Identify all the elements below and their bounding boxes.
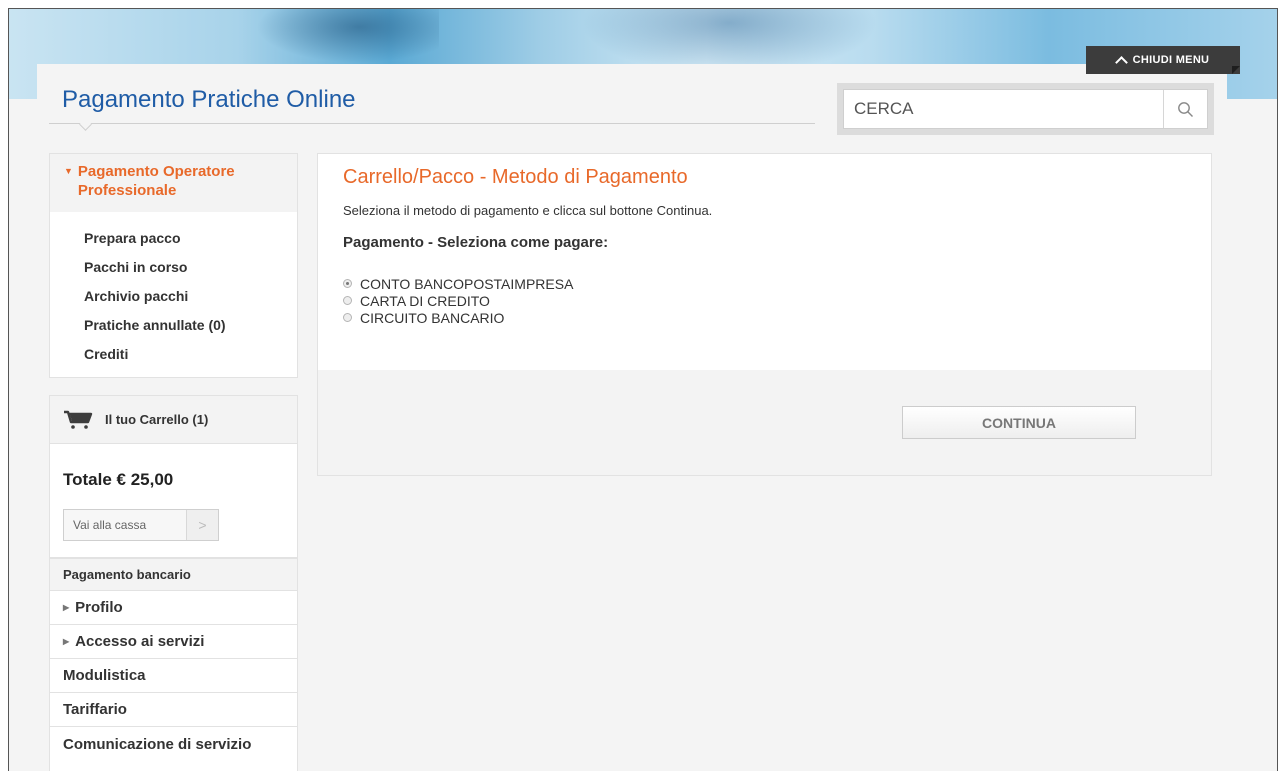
radio-button[interactable] [343, 313, 352, 322]
sidebar-item-archivio-pacchi[interactable]: Archivio pacchi [84, 286, 297, 315]
triangle-right-icon: ▶ [63, 603, 70, 612]
search-field-wrapper [843, 89, 1208, 129]
sidebar-item-accesso-servizi[interactable]: ▶ Accesso ai servizi [49, 625, 298, 659]
continue-button[interactable]: CONTINUA [902, 406, 1136, 439]
sidebar-item-profilo[interactable]: ▶ Profilo [49, 591, 298, 625]
banner-decoration [239, 9, 439, 69]
chevron-right-icon: > [186, 510, 218, 540]
payment-option-carta-credito[interactable]: CARTA DI CREDITO [343, 292, 1211, 309]
sidebar-item-label: Accesso ai servizi [75, 633, 205, 650]
page-title: Pagamento Pratiche Online [62, 86, 356, 113]
payment-option-label: CARTA DI CREDITO [360, 292, 490, 309]
operator-menu-title: Pagamento Operatore Professionale [77, 163, 235, 199]
triangle-down-icon: ▼ [64, 166, 73, 176]
cart-widget: Il tuo Carrello (1) Totale € 25,00 Vai a… [49, 395, 298, 558]
cart-icon [64, 410, 93, 429]
payment-option-label: CIRCUITO BANCARIO [360, 309, 505, 326]
cart-header[interactable]: Il tuo Carrello (1) [50, 396, 297, 444]
sidebar-item-label: Tariffario [63, 701, 127, 718]
content-panel: Pagamento Pratiche Online ▼ Pagamento Op… [37, 64, 1227, 771]
sidebar-item-pratiche-annullate[interactable]: Pratiche annullate (0) [84, 315, 297, 344]
payment-method-form: Carrello/Pacco - Metodo di Pagamento Sel… [318, 154, 1211, 370]
cart-label: Il tuo Carrello (1) [105, 412, 209, 427]
search-input[interactable] [844, 89, 1163, 129]
sidebar-item-crediti[interactable]: Crediti [84, 344, 297, 373]
sidebar-item-comunicazione[interactable]: Comunicazione di servizio [49, 727, 298, 771]
panel-heading: Carrello/Pacco - Metodo di Pagamento [343, 166, 688, 188]
sidebar-item-label: Pagamento bancario [63, 567, 191, 582]
close-menu-label: CHIUDI MENU [1132, 54, 1210, 66]
sidebar-nav: Pagamento bancario ▶ Profilo ▶ Accesso a… [49, 558, 298, 771]
title-divider-notch [79, 118, 92, 131]
operator-menu-links: Prepara pacco Pacchi in corso Archivio p… [50, 212, 297, 373]
search-box [837, 83, 1214, 135]
operator-menu-header[interactable]: ▼ Pagamento Operatore Professionale [50, 154, 297, 212]
sidebar-item-pacchi-in-corso[interactable]: Pacchi in corso [84, 257, 297, 286]
radio-button[interactable] [343, 296, 352, 305]
sidebar-item-modulistica[interactable]: Modulistica [49, 659, 298, 693]
payment-option-bancopostaimpresa[interactable]: CONTO BANCOPOSTAIMPRESA [343, 275, 1211, 292]
payment-option-circuito-bancario[interactable]: CIRCUITO BANCARIO [343, 309, 1211, 326]
sidebar-item-label: Comunicazione di servizio [63, 736, 252, 753]
search-icon [1178, 101, 1193, 117]
panel-description: Seleziona il metodo di pagamento e clicc… [343, 203, 713, 218]
sidebar-item-prepara-pacco[interactable]: Prepara pacco [84, 228, 297, 257]
triangle-right-icon: ▶ [63, 637, 70, 646]
sidebar-item-pagamento-bancario[interactable]: Pagamento bancario [49, 558, 298, 591]
operator-menu: ▼ Pagamento Operatore Professionale Prep… [49, 153, 298, 378]
sidebar-item-label: Modulistica [63, 667, 146, 684]
close-menu-button[interactable]: CHIUDI MENU [1086, 46, 1240, 74]
cart-total: Totale € 25,00 [63, 470, 174, 489]
checkout-button[interactable]: Vai alla cassa > [63, 509, 219, 541]
sidebar-item-tariffario[interactable]: Tariffario [49, 693, 298, 727]
radio-button[interactable] [343, 279, 352, 288]
sidebar-item-label: Profilo [75, 599, 123, 616]
payment-options-heading: Pagamento - Seleziona come pagare: [343, 234, 609, 251]
checkout-button-label: Vai alla cassa [73, 518, 147, 532]
app-frame: Pagamento Pratiche Online ▼ Pagamento Op… [8, 8, 1278, 771]
payment-method-panel: Carrello/Pacco - Metodo di Pagamento Sel… [317, 153, 1212, 476]
close-menu-tab-corner [1232, 66, 1240, 74]
title-divider [49, 123, 815, 124]
payment-option-label: CONTO BANCOPOSTAIMPRESA [360, 275, 574, 292]
chevron-up-icon [1114, 55, 1128, 69]
search-button[interactable] [1163, 90, 1207, 128]
